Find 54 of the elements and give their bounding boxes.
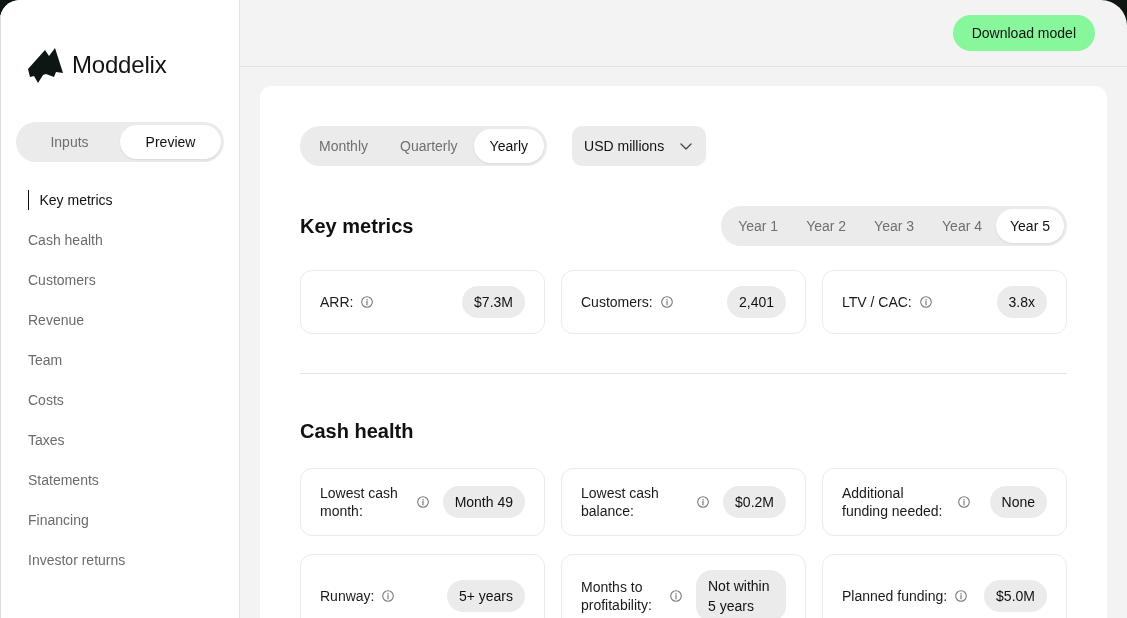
nav-item[interactable]: Investor returns bbox=[28, 550, 126, 570]
year-tab[interactable]: Year 1 bbox=[724, 209, 793, 243]
chevron-down-icon bbox=[680, 142, 693, 150]
currency-select[interactable]: USD millions bbox=[572, 126, 707, 166]
metric-label: Planned funding: bbox=[842, 587, 948, 605]
metric-label: Months to profitability: bbox=[581, 578, 653, 614]
metric-value: $7.3M bbox=[462, 286, 525, 318]
metric-label: LTV / CAC: bbox=[842, 293, 912, 311]
metric-label: Lowest cash month: bbox=[320, 484, 399, 520]
nav-item[interactable]: Statements bbox=[28, 470, 99, 490]
period-tab[interactable]: Monthly bbox=[303, 129, 385, 163]
info-icon[interactable] bbox=[697, 496, 709, 508]
info-icon[interactable] bbox=[670, 590, 682, 602]
brand-logo-icon bbox=[28, 47, 64, 83]
mode-tab[interactable]: Inputs bbox=[19, 125, 120, 159]
metric-value: 3.8x bbox=[996, 286, 1047, 318]
section-title: Cash health bbox=[300, 419, 414, 444]
year-tab[interactable]: Year 5 bbox=[996, 209, 1064, 243]
year-tab[interactable]: Year 2 bbox=[792, 209, 861, 243]
metric-label: ARR: bbox=[320, 293, 354, 311]
metric-label: Additional funding needed: bbox=[842, 484, 944, 520]
metric-value: Month 49 bbox=[442, 486, 525, 518]
metric-label: Customers: bbox=[581, 293, 653, 311]
metric-value: 5+ years bbox=[446, 580, 525, 612]
period-tab[interactable]: Yearly bbox=[473, 129, 544, 163]
period-tab[interactable]: Quarterly bbox=[384, 129, 474, 163]
nav-item[interactable]: Team bbox=[28, 350, 63, 370]
metric-value: 2,401 bbox=[726, 286, 786, 318]
nav-item[interactable]: Costs bbox=[28, 390, 64, 410]
section-title: Key metrics bbox=[300, 214, 414, 239]
nav-item[interactable]: Revenue bbox=[28, 310, 85, 330]
metric-value: Not within 5 years bbox=[696, 570, 786, 618]
info-icon[interactable] bbox=[361, 296, 374, 308]
nav-item[interactable]: Key metrics bbox=[28, 190, 113, 210]
metric-value: $5.0M bbox=[984, 580, 1047, 612]
mode-tab[interactable]: Preview bbox=[120, 125, 221, 159]
metric-label: Runway: bbox=[320, 587, 375, 605]
nav-item[interactable]: Customers bbox=[28, 270, 96, 290]
nav-item[interactable]: Cash health bbox=[28, 230, 103, 250]
metric-label: Lowest cash balance: bbox=[581, 484, 660, 520]
info-icon[interactable] bbox=[416, 496, 429, 508]
info-icon[interactable] bbox=[919, 296, 932, 308]
metric-value: None bbox=[989, 486, 1047, 518]
info-icon[interactable] bbox=[958, 496, 970, 508]
info-icon[interactable] bbox=[382, 590, 395, 602]
info-icon[interactable] bbox=[955, 590, 968, 602]
brand-name: Moddelix bbox=[72, 50, 167, 80]
download-button[interactable]: Download model bbox=[952, 14, 1095, 51]
year-tab[interactable]: Year 4 bbox=[928, 209, 997, 243]
metric-value: $0.2M bbox=[723, 486, 786, 518]
year-tab[interactable]: Year 3 bbox=[860, 209, 929, 243]
info-icon[interactable] bbox=[660, 296, 673, 308]
nav-item[interactable]: Financing bbox=[28, 510, 89, 530]
nav-item[interactable]: Taxes bbox=[28, 430, 65, 450]
